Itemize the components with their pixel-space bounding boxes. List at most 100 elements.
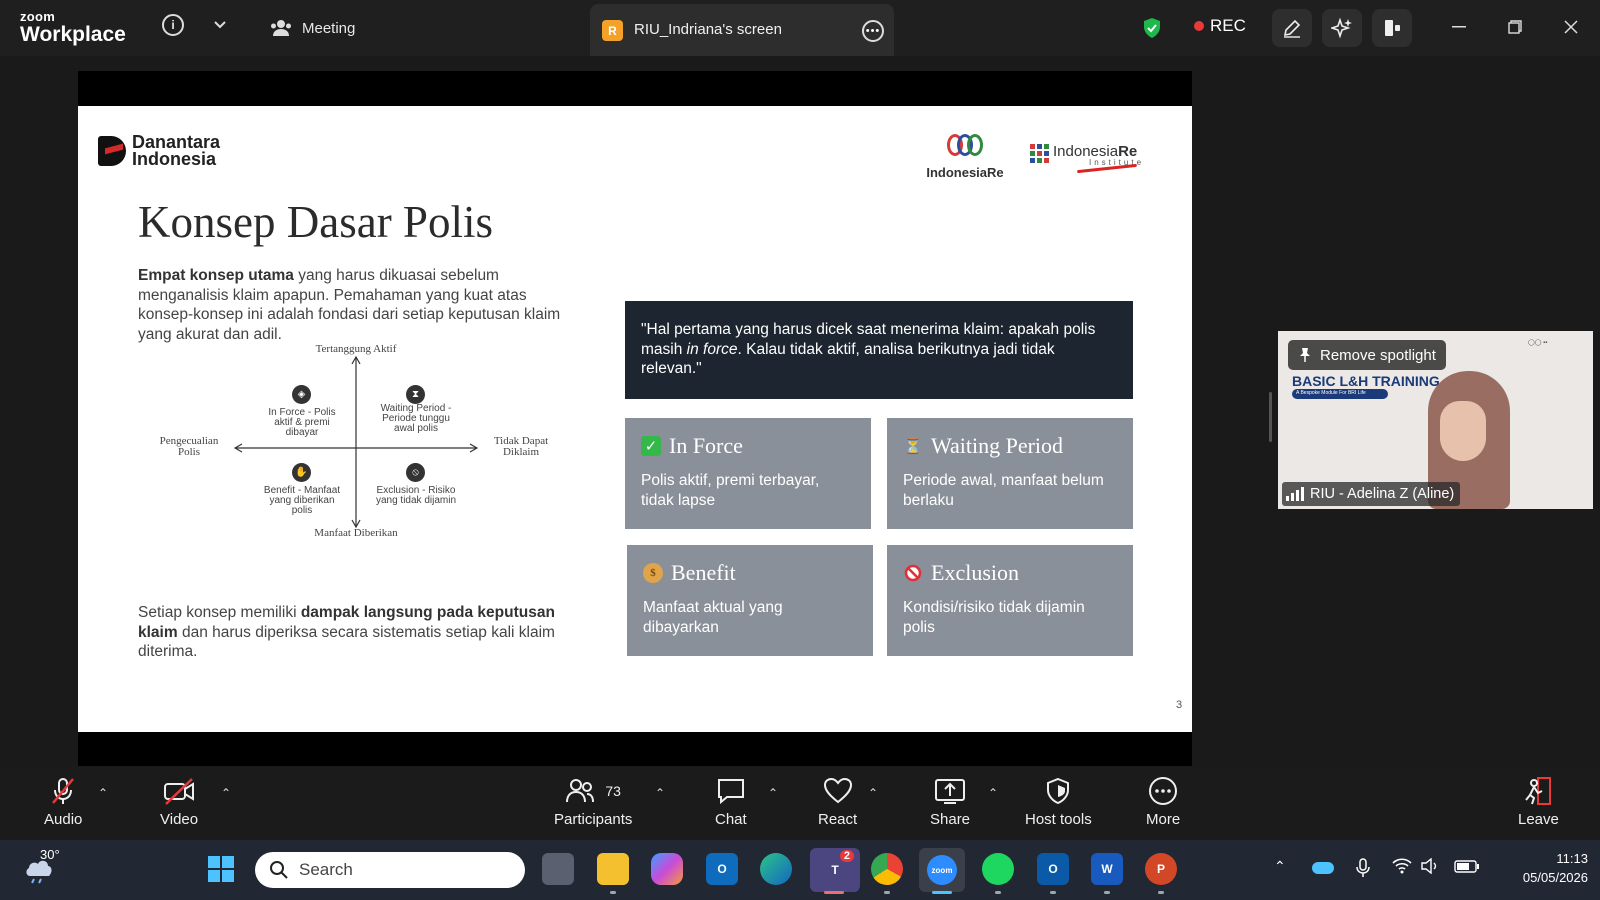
card-title: In Force xyxy=(669,433,743,458)
security-shield-icon[interactable] xyxy=(1141,16,1163,40)
money-bag-icon: $ xyxy=(643,563,663,583)
wifi-icon[interactable] xyxy=(1392,858,1412,877)
intro-bold: Empat konsep utama xyxy=(138,267,294,284)
close-icon[interactable] xyxy=(1560,16,1582,38)
start-button[interactable] xyxy=(205,853,237,885)
spotlight-label: Remove spotlight xyxy=(1320,346,1436,364)
outlook-icon[interactable]: O xyxy=(706,853,738,885)
share-button[interactable]: Share xyxy=(930,775,970,828)
video-off-icon xyxy=(164,778,195,805)
zoom-window: zoom Workplace i Meeting R RIU_Indriana'… xyxy=(0,0,1600,900)
card-title: Benefit xyxy=(671,560,736,585)
audio-options-caret-icon[interactable]: ⌃ xyxy=(98,786,108,800)
word-icon[interactable]: W xyxy=(1091,853,1123,885)
audio-button[interactable]: Audio xyxy=(44,775,82,828)
leave-button[interactable]: Leave xyxy=(1518,775,1559,828)
shared-screen-view[interactable]: Danantara Indonesia IndonesiaRe Indonesi… xyxy=(78,71,1192,766)
react-button[interactable]: React xyxy=(818,775,857,828)
edge-icon[interactable] xyxy=(760,853,792,885)
participants-count: 73 xyxy=(605,783,621,799)
ai-companion-button[interactable] xyxy=(1322,9,1362,47)
card-title: Waiting Period xyxy=(931,433,1064,458)
axis-top-label: Tertanggung Aktif xyxy=(315,343,397,355)
zoom-taskbar-button[interactable]: zoom xyxy=(919,848,965,892)
background-logos: ◯◯ ▪▪ xyxy=(1528,340,1548,346)
indonesia-re-institute-logo: IndonesiaRe Institute xyxy=(1030,144,1144,174)
more-button[interactable]: More xyxy=(1146,775,1180,828)
logo-line-2: Workplace xyxy=(20,23,126,46)
danantara-mark-icon xyxy=(98,136,126,166)
slide-page-number: 3 xyxy=(1176,699,1183,711)
footer-post: dan harus diperiksa secara sistematis se… xyxy=(138,623,555,661)
resize-handle[interactable] xyxy=(1269,392,1272,442)
host-shield-icon xyxy=(1047,777,1070,805)
annotate-button[interactable] xyxy=(1272,9,1312,47)
shield-icon: ◈ xyxy=(292,385,311,404)
spotify-icon[interactable] xyxy=(982,853,1014,885)
pencil-icon xyxy=(1283,19,1301,38)
card-title: Exclusion xyxy=(931,560,1019,585)
outlook-classic-icon[interactable]: O xyxy=(1037,853,1069,885)
onedrive-icon[interactable] xyxy=(1312,862,1334,874)
teams-icon[interactable]: T2 xyxy=(810,848,860,892)
rec-label: REC xyxy=(1210,16,1246,35)
signal-bars-icon xyxy=(1286,487,1304,501)
share-screen-icon xyxy=(935,779,966,804)
more-options-icon[interactable]: ••• xyxy=(862,20,884,42)
clock-date: 05/05/2026 xyxy=(1522,870,1588,885)
video-button[interactable]: Video xyxy=(160,775,198,828)
participants-label: Participants xyxy=(554,811,633,828)
powerpoint-icon[interactable]: P xyxy=(1145,853,1177,885)
spotlight-video-tile[interactable]: BASIC L&H TRAINING A Bespoke Module For … xyxy=(1278,331,1593,509)
system-clock[interactable]: 11:13 05/05/2026 xyxy=(1488,849,1588,887)
chat-options-caret-icon[interactable]: ⌃ xyxy=(768,786,778,800)
participants-options-caret-icon[interactable]: ⌃ xyxy=(655,786,665,800)
microphone-icon[interactable] xyxy=(1356,858,1370,881)
apps-panel-button[interactable] xyxy=(1372,9,1412,47)
record-dot-icon xyxy=(1194,21,1204,31)
hourglass-icon: ⏳ xyxy=(903,438,923,455)
card-in-force: ✓ In Force Polis aktif, premi terbayar, t… xyxy=(625,418,871,529)
check-icon: ✓ xyxy=(641,436,661,456)
participants-button[interactable]: 73 Participants xyxy=(554,775,632,828)
prohibited-icon xyxy=(903,563,923,583)
chat-button[interactable]: Chat xyxy=(715,775,747,828)
remove-spotlight-button[interactable]: Remove spotlight xyxy=(1288,340,1446,370)
shared-screen-tab[interactable]: R RIU_Indriana's screen ••• xyxy=(590,4,894,56)
chevron-down-icon[interactable] xyxy=(210,14,230,36)
show-hidden-icons-icon[interactable]: ⌃ xyxy=(1274,858,1286,875)
meeting-button[interactable]: Meeting xyxy=(270,14,355,42)
host-tools-button[interactable]: Host tools xyxy=(1025,775,1092,828)
more-label: More xyxy=(1146,811,1181,828)
footer-pre: Setiap konsep memiliki xyxy=(138,604,301,621)
panel-icon xyxy=(1385,20,1400,36)
leave-label: Leave xyxy=(1518,811,1559,828)
taskbar-search[interactable]: Search xyxy=(255,852,525,888)
chrome-icon[interactable] xyxy=(871,853,903,885)
minimize-icon[interactable] xyxy=(1448,16,1470,38)
recording-indicator[interactable]: REC xyxy=(1194,16,1246,36)
weather-widget[interactable]: 30° xyxy=(24,847,60,886)
share-options-caret-icon[interactable]: ⌃ xyxy=(988,786,998,800)
file-explorer-icon[interactable] xyxy=(597,853,629,885)
zoom-workplace-logo: zoom Workplace xyxy=(20,10,126,45)
card-desc: Manfaat aktual yang dibayarkan xyxy=(643,599,783,636)
video-options-caret-icon[interactable]: ⌃ xyxy=(221,786,231,800)
active-indicator xyxy=(824,891,844,894)
prohibited-icon: ⦸ xyxy=(406,463,425,482)
battery-icon[interactable] xyxy=(1454,858,1480,877)
slide-title: Konsep Dasar Polis xyxy=(138,197,493,247)
volume-icon[interactable] xyxy=(1420,857,1440,877)
running-indicator xyxy=(1104,891,1110,894)
restore-icon[interactable] xyxy=(1504,16,1526,38)
react-options-caret-icon[interactable]: ⌃ xyxy=(868,786,878,800)
video-label: Video xyxy=(160,811,199,828)
title-bar: zoom Workplace i Meeting R RIU_Indriana'… xyxy=(0,0,1600,56)
rings-icon xyxy=(920,134,1010,161)
task-view-icon[interactable] xyxy=(542,853,574,885)
copilot-icon[interactable] xyxy=(651,853,683,885)
face-shape xyxy=(1440,401,1486,461)
meeting-info-icon[interactable]: i xyxy=(162,14,184,36)
running-indicator xyxy=(884,891,890,894)
teams-badge: 2 xyxy=(839,850,854,862)
